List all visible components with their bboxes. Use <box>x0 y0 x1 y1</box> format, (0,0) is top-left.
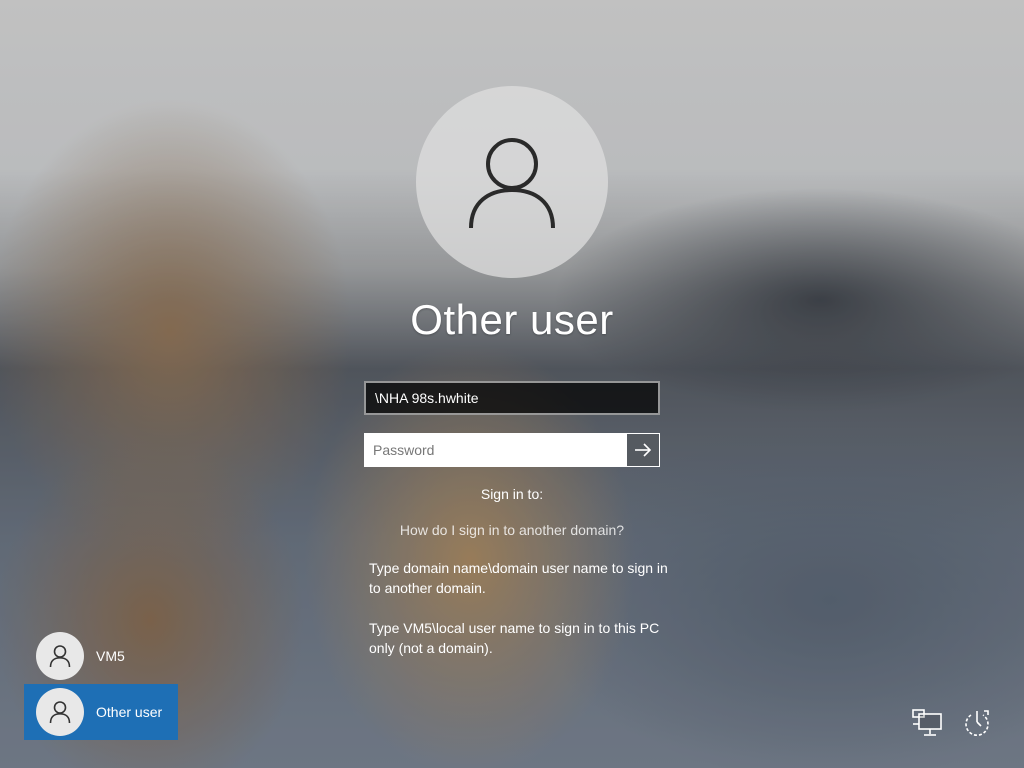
help-text: Type domain name\domain user name to sig… <box>369 558 669 678</box>
user-icon <box>49 645 71 668</box>
user-icon <box>49 701 71 724</box>
user-icon <box>469 138 555 229</box>
user-list: VM5 Other user <box>24 628 178 740</box>
password-field[interactable] <box>364 433 626 467</box>
user-tile-label: VM5 <box>96 648 125 664</box>
network-icon <box>912 709 942 736</box>
user-title: Other user <box>410 296 614 343</box>
submit-button[interactable] <box>626 433 660 467</box>
user-avatar <box>416 86 608 278</box>
power-icon <box>965 710 989 736</box>
domain-help-link[interactable]: How do I sign in to another domain? <box>0 522 1024 538</box>
help-text-local: Type VM5\local user name to sign in to t… <box>369 620 660 656</box>
user-tile-avatar <box>36 632 84 680</box>
user-tile-vm5[interactable]: VM5 <box>24 628 178 684</box>
network-button[interactable] <box>910 706 944 740</box>
help-text-domain: Type domain name\domain user name to sig… <box>369 560 668 596</box>
lock-screen: Other user Sign in to: How do I sign in … <box>0 0 1024 768</box>
user-tile-other-user[interactable]: Other user <box>24 684 178 740</box>
username-field[interactable] <box>364 381 660 415</box>
power-button[interactable] <box>960 706 994 740</box>
arrow-right-icon <box>635 443 652 457</box>
user-tile-label: Other user <box>96 704 163 720</box>
password-row <box>364 433 660 467</box>
system-tray <box>910 706 994 740</box>
user-tile-avatar <box>36 688 84 736</box>
sign-in-to-label: Sign in to: <box>480 486 544 502</box>
